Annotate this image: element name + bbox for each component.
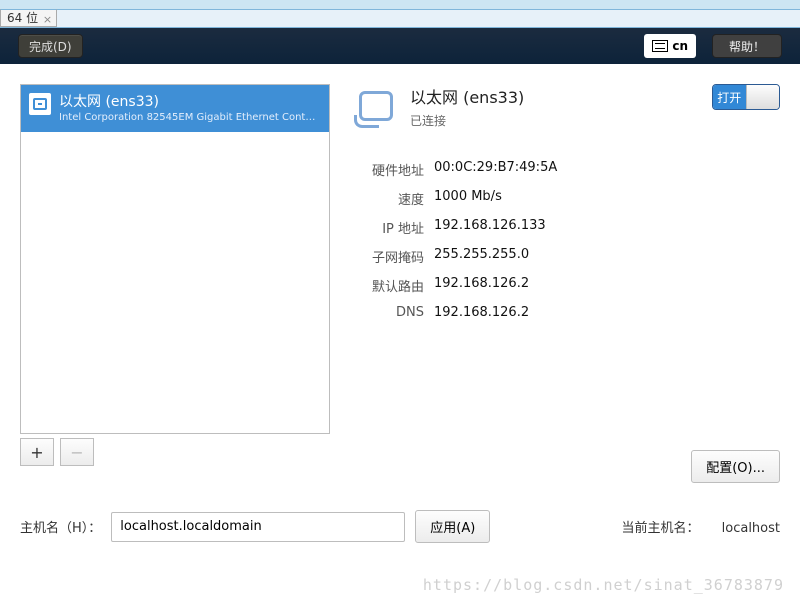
window-tab-label: 64 位: [7, 11, 38, 25]
hostname-row: 主机名（H）： 应用(A) 当前主机名： localhost: [20, 510, 780, 543]
window-outer-chrome: [0, 0, 800, 10]
toggle-on-label: 打开: [717, 89, 741, 106]
prop-key: 子网掩码: [354, 247, 424, 266]
connection-detail-pane: 以太网 (ens33) 已连接 打开 硬件地址 00:0C:29:B7:49:5A…: [354, 84, 780, 325]
connection-item-title: 以太网 (ens33): [59, 93, 319, 111]
prop-key: 硬件地址: [354, 160, 424, 179]
detail-title: 以太网 (ens33): [410, 84, 524, 108]
configure-row: 配置(O)...: [20, 450, 780, 483]
connection-list-empty: [21, 132, 329, 433]
prop-value: 192.168.126.133: [434, 218, 546, 237]
help-button-label: 帮助！: [729, 38, 765, 55]
detail-status: 已连接: [410, 112, 524, 129]
ime-indicator[interactable]: cn: [644, 34, 696, 58]
apply-button[interactable]: 应用(A): [415, 510, 490, 543]
close-icon[interactable]: ×: [43, 11, 52, 28]
connection-item-subtitle: Intel Corporation 82545EM Gigabit Ethern…: [59, 111, 319, 124]
keyboard-icon: [652, 40, 668, 52]
connection-list[interactable]: 以太网 (ens33) Intel Corporation 82545EM Gi…: [20, 84, 330, 434]
prop-value: 1000 Mb/s: [434, 189, 502, 208]
ethernet-icon: [354, 84, 398, 128]
window-tab[interactable]: 64 位 ×: [0, 9, 57, 27]
ime-label: cn: [672, 39, 688, 53]
prop-value: 00:0C:29:B7:49:5A: [434, 160, 557, 179]
hostname-label: 主机名（H）：: [20, 517, 101, 536]
prop-key: 默认路由: [354, 276, 424, 295]
prop-value: 192.168.126.2: [434, 305, 529, 320]
ethernet-icon: [29, 93, 51, 115]
connection-list-item[interactable]: 以太网 (ens33) Intel Corporation 82545EM Gi…: [21, 85, 329, 132]
window-tab-strip: 64 位 ×: [0, 10, 800, 28]
prop-key: 速度: [354, 189, 424, 208]
watermark-text: https://blog.csdn.net/sinat_36783879: [423, 576, 784, 594]
help-button[interactable]: 帮助！: [712, 34, 782, 58]
hostname-input[interactable]: [111, 512, 405, 542]
prop-key: DNS: [354, 305, 424, 320]
configure-button[interactable]: 配置(O)...: [691, 450, 780, 483]
header-bar: 完成(D) cn 帮助！: [0, 28, 800, 64]
detail-properties: 硬件地址 00:0C:29:B7:49:5A 速度 1000 Mb/s IP 地址 1…: [354, 155, 780, 325]
done-button-label: 完成(D): [29, 38, 72, 55]
prop-value: 192.168.126.2: [434, 276, 529, 295]
done-button[interactable]: 完成(D): [18, 34, 83, 58]
connection-list-pane: 以太网 (ens33) Intel Corporation 82545EM Gi…: [20, 84, 330, 466]
connection-toggle[interactable]: 打开: [712, 84, 780, 110]
prop-value: 255.255.255.0: [434, 247, 529, 266]
apply-button-label: 应用(A): [430, 521, 475, 536]
current-hostname-label: 当前主机名：: [621, 521, 699, 536]
prop-key: IP 地址: [354, 218, 424, 237]
configure-button-label: 配置(O)...: [706, 461, 765, 476]
toggle-knob: [746, 85, 780, 109]
current-hostname-value: localhost: [722, 521, 780, 536]
